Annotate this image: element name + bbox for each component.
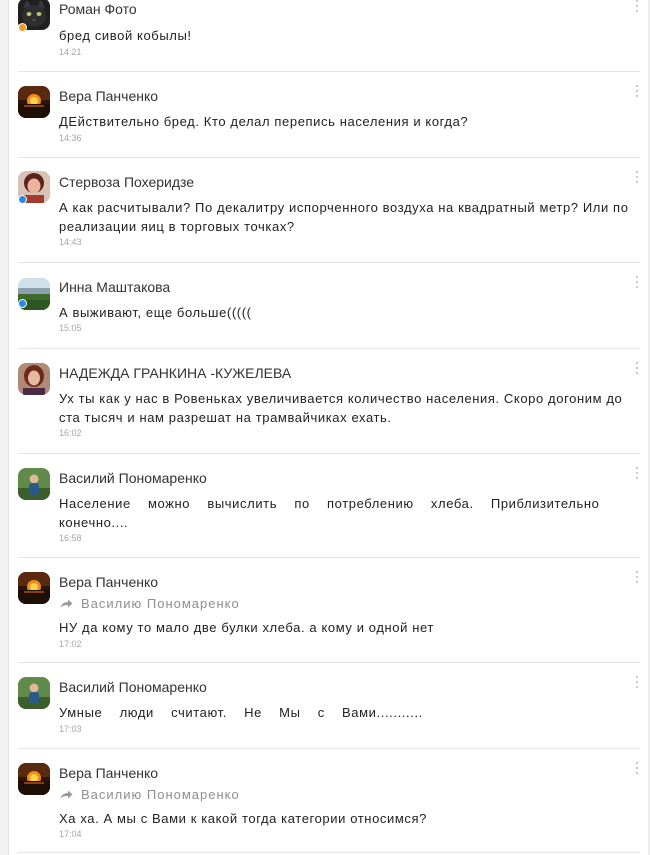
reply-to-link[interactable]: Василию Пономаренко xyxy=(59,787,240,802)
more-options-icon[interactable] xyxy=(634,571,640,587)
more-options-icon[interactable] xyxy=(634,276,640,292)
comment-author[interactable]: Василий Пономаренко xyxy=(59,679,207,695)
comment-text: Население можно вычислить по потреблению… xyxy=(59,496,600,530)
comment-author[interactable]: Инна Маштакова xyxy=(59,279,170,295)
comment-item: Вера Панченко ДЕйствительно бред. Кто де… xyxy=(8,72,640,158)
comment-item: Василий Пономаренко Умные люди считают. … xyxy=(8,663,640,749)
person-outdoor-avatar[interactable] xyxy=(18,677,50,709)
comment-time: 16:58 xyxy=(59,533,82,543)
comment-author[interactable]: Стервоза Похеридзе xyxy=(59,174,194,190)
reply-arrow-icon xyxy=(60,790,73,799)
person-outdoor-avatar[interactable] xyxy=(18,468,50,500)
comment-time: 14:21 xyxy=(59,47,82,57)
reply-arrow-icon xyxy=(60,599,73,608)
comment-item: Инна Маштакова А выживают, еще больше(((… xyxy=(8,263,640,349)
more-options-icon[interactable] xyxy=(634,171,640,187)
comment-text: Умные люди считают. Не Мы с Вами........… xyxy=(59,705,423,720)
more-options-icon[interactable] xyxy=(634,762,640,778)
comment-item: Стервоза Похеридзе А как расчитывали? По… xyxy=(8,158,640,263)
comment-time: 16:02 xyxy=(59,428,82,438)
comment-item: Роман Фото бред сивой кобылы! 14:21 xyxy=(8,0,640,72)
woman-portrait-avatar[interactable] xyxy=(18,363,50,395)
online-status-dot xyxy=(18,23,27,32)
comment-item: Вера Панченко Василию Пономаренко Ха ха.… xyxy=(8,749,640,853)
comment-author[interactable]: НАДЕЖДА ГРАНКИНА -КУЖЕЛЕВА xyxy=(59,365,291,381)
divider xyxy=(18,852,640,853)
online-status-dot xyxy=(18,195,27,204)
comment-item: НАДЕЖДА ГРАНКИНА -КУЖЕЛЕВА Ух ты как у н… xyxy=(8,349,640,454)
comment-text: бред сивой кобылы! xyxy=(59,28,192,43)
sunset-photo-avatar[interactable] xyxy=(18,572,50,604)
sunset-photo-avatar[interactable] xyxy=(18,763,50,795)
online-status-dot xyxy=(18,299,27,308)
more-options-icon[interactable] xyxy=(634,362,640,378)
comment-time: 17:02 xyxy=(59,639,82,649)
comment-time: 17:04 xyxy=(59,829,82,839)
comment-author[interactable]: Вера Панченко xyxy=(59,574,158,590)
more-options-icon[interactable] xyxy=(634,0,640,16)
comment-time: 17:03 xyxy=(59,724,82,734)
comment-text: Ха ха. А мы с Вами к какой тогда категор… xyxy=(59,811,427,826)
comment-text: А как расчитывали? По декалитру испорчен… xyxy=(59,200,629,234)
comment-text: ДЕйствительно бред. Кто делал перепись н… xyxy=(59,114,469,129)
comment-author[interactable]: Вера Панченко xyxy=(59,765,158,781)
comment-item: Вера Панченко Василию Пономаренко НУ да … xyxy=(8,558,640,663)
comment-text: НУ да кому то мало две булки хлеба. а ко… xyxy=(59,620,434,635)
comment-time: 15:05 xyxy=(59,323,82,333)
reply-to-link[interactable]: Василию Пономаренко xyxy=(59,596,240,611)
more-options-icon[interactable] xyxy=(634,85,640,101)
comment-text: Ух ты как у нас в Ровеньках увеличиваетс… xyxy=(59,391,623,425)
sunset-photo-avatar[interactable] xyxy=(18,86,50,118)
comment-author[interactable]: Василий Пономаренко xyxy=(59,470,207,486)
more-options-icon[interactable] xyxy=(634,467,640,483)
comment-item: Василий Пономаренко Население можно вычи… xyxy=(8,454,640,558)
comment-time: 14:43 xyxy=(59,237,82,247)
reply-to-name: Василию Пономаренко xyxy=(81,596,240,611)
comment-author[interactable]: Вера Панченко xyxy=(59,88,158,104)
comment-time: 14:36 xyxy=(59,133,82,143)
reply-to-name: Василию Пономаренко xyxy=(81,787,240,802)
more-options-icon[interactable] xyxy=(634,676,640,692)
comment-author[interactable]: Роман Фото xyxy=(59,1,137,17)
comment-text: А выживают, еще больше((((( xyxy=(59,305,252,320)
